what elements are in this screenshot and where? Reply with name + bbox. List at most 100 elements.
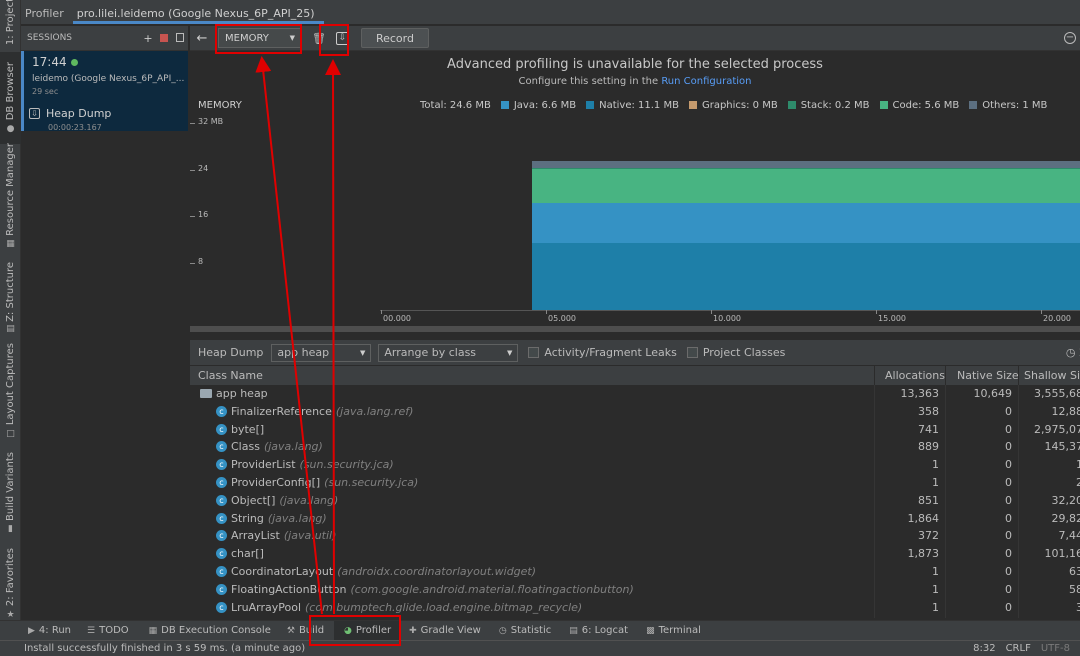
bottom-tab-terminal[interactable]: ▩ Terminal <box>646 625 711 636</box>
col-native-size[interactable]: Native Size <box>957 369 1019 382</box>
class-icon: c <box>216 423 227 435</box>
table-row[interactable]: c ProviderList (sun.security.jca) 1 0 1 <box>190 456 1080 474</box>
heap-select[interactable]: app heap ▼ <box>271 343 372 362</box>
advanced-profiling-banner: Advanced profiling is unavailable for th… <box>190 52 1080 96</box>
allocations-cell: 889 <box>918 440 939 454</box>
root-native: 10,649 <box>973 387 1013 400</box>
line-separator[interactable]: CRLF <box>1006 643 1031 654</box>
class-package: (java.lang) <box>279 493 339 507</box>
class-name: char[] <box>231 547 264 561</box>
allocations-cell: 1 <box>932 458 939 472</box>
table-row[interactable]: c CoordinatorLayout (androidx.coordinatorl… <box>190 563 1080 581</box>
class-icon: c <box>216 565 227 577</box>
tab-profiler[interactable]: Profiler <box>21 0 73 24</box>
allocations-cell: 851 <box>918 493 939 507</box>
class-package: (java.lang.ref) <box>335 404 414 418</box>
shallow-size-cell: 3 <box>1076 600 1080 614</box>
session-item[interactable]: 17:44 leidemo (Google Nexus_6P_API_... 2… <box>21 51 188 132</box>
back-arrow-icon[interactable]: ← <box>192 31 212 46</box>
root-shallow: 3,555,68 <box>1034 387 1080 400</box>
arrange-select[interactable]: Arrange by class ▼ <box>378 343 519 362</box>
session-device: leidemo (Google Nexus_6P_API_... <box>32 74 185 84</box>
class-package: (com.google.android.material.floatingact… <box>350 582 634 596</box>
bottom-tab-logcat[interactable]: ▤ 6: Logcat <box>569 625 638 636</box>
vtab-resource-manager-label: Resource Manager <box>5 143 16 236</box>
add-session-icon[interactable]: + <box>140 32 156 45</box>
bottom-tab-build[interactable]: ⚒ Build <box>287 625 334 636</box>
table-row[interactable]: c Class (java.lang) 889 0 145,37 <box>190 438 1080 456</box>
vtab-layout-captures[interactable]: Layout Captures □ <box>0 343 21 438</box>
logcat-icon: ▤ <box>569 625 578 636</box>
memory-area-plot <box>381 96 1080 310</box>
zoom-out-icon[interactable]: − <box>1064 32 1076 44</box>
stop-session-button[interactable] <box>156 32 172 45</box>
class-icon: c <box>216 405 227 417</box>
memory-band-native <box>531 242 1080 310</box>
table-row[interactable]: c FloatingActionButton (com.google.android… <box>190 581 1080 599</box>
sessions-title: SESSIONS <box>27 33 73 43</box>
build-icon: ⚒ <box>286 625 295 636</box>
tab-process[interactable]: pro.lilei.leidemo (Google Nexus_6P_API_2… <box>72 0 324 24</box>
vtab-favorites[interactable]: 2: Favorites ★ <box>0 548 21 620</box>
table-row[interactable]: c ProviderConfig[] (sun.security.jca) 1 0 … <box>190 474 1080 492</box>
run-icon: ▶ <box>28 625 35 636</box>
heap-select-value: app heap <box>277 346 330 359</box>
vtab-build-variants[interactable]: Build Variants ▮ <box>0 452 21 534</box>
table-row[interactable]: c String (java.lang) 1,864 0 29,82 <box>190 510 1080 528</box>
bottom-tab-profiler[interactable]: ◕ Profiler <box>334 620 402 641</box>
bottom-tab-build-label: Build <box>298 625 325 636</box>
class-name: ProviderList <box>231 458 296 472</box>
col-shallow-size[interactable]: Shallow Size <box>1024 369 1080 382</box>
y-tick-16: 16 <box>189 210 209 219</box>
bottom-tool-bar: ▶ 4: Run ☰ TODO ▦ DB Execution Console ⚒ Bui… <box>0 620 1080 641</box>
todo-icon: ☰ <box>87 625 96 636</box>
shallow-size-cell: 7,44 <box>1058 529 1080 543</box>
leaks-checkbox[interactable]: Activity/Fragment Leaks <box>528 346 677 359</box>
bottom-tab-todo[interactable]: ☰ TODO <box>87 625 139 636</box>
y-tick-32: 32 MB <box>189 117 224 126</box>
vtab-structure[interactable]: Z: Structure ▤ <box>0 262 21 335</box>
allocations-cell: 1,873 <box>907 547 940 561</box>
bottom-tab-db-console[interactable]: ▦ DB Execution Console <box>149 625 281 636</box>
leaks-checkbox-label: Activity/Fragment Leaks <box>544 346 677 359</box>
bottom-tab-gradle-view[interactable]: ✚ Gradle View <box>409 625 491 636</box>
folder-icon <box>200 389 212 398</box>
timeline-scrollbar[interactable] <box>190 326 1080 332</box>
table-row[interactable]: c ArrayList (java.util) 372 0 7,44 <box>190 527 1080 545</box>
column-divider <box>874 366 875 385</box>
table-row[interactable]: c char[] 1,873 0 101,16 <box>190 545 1080 563</box>
shallow-size-cell: 58 <box>1069 582 1080 596</box>
col-class-name[interactable]: Class Name <box>198 369 263 382</box>
bottom-tab-statistic[interactable]: ◷ Statistic <box>499 625 561 636</box>
heap-dump-artifact[interactable]: ⇩ Heap Dump 00:00:23.167 <box>29 107 184 132</box>
file-encoding[interactable]: UTF-8 <box>1041 643 1070 654</box>
profiler-dropdown[interactable]: MEMORY ▼ <box>218 28 302 48</box>
bottom-tab-run-label: 4: Run <box>38 625 72 636</box>
col-allocations[interactable]: Allocations <box>885 369 945 382</box>
collapse-panel-button[interactable] <box>172 32 188 45</box>
vtab-db-browser[interactable]: DB Browser ● <box>0 52 21 144</box>
table-row[interactable]: c Object[] (java.lang) 851 0 32,20 <box>190 492 1080 510</box>
caret-position[interactable]: 8:32 <box>973 643 995 654</box>
vtab-resource-manager[interactable]: Resource Manager ▦ <box>0 143 21 249</box>
panel-icon <box>176 32 184 42</box>
bottom-tab-run[interactable]: ▶ 4: Run <box>28 625 81 636</box>
dump-java-heap-icon[interactable]: ⇩ <box>335 31 349 45</box>
table-row[interactable]: c byte[] 741 0 2,975,07 <box>190 421 1080 439</box>
native-size-cell: 0 <box>1005 404 1012 418</box>
table-row[interactable]: c LruArrayPool (com.bumptech.glide.load.en… <box>190 599 1080 617</box>
root-name: app heap <box>216 387 268 400</box>
run-configuration-link[interactable]: Run Configuration <box>661 76 751 87</box>
resource-icon: ▦ <box>6 238 15 249</box>
class-package: (com.bumptech.glide.load.engine.bitmap_r… <box>305 600 583 614</box>
table-row-root[interactable]: app heap 13,363 10,649 3,555,68 <box>190 385 1080 403</box>
record-button[interactable]: Record <box>360 28 429 48</box>
table-row[interactable]: c FinalizerReference (java.lang.ref) 358 0… <box>190 403 1080 421</box>
force-gc-trash-icon[interactable]: 🗑 <box>312 32 326 45</box>
vtab-project[interactable]: 1: Project <box>0 0 21 46</box>
project-classes-checkbox[interactable]: Project Classes <box>686 346 785 359</box>
root-allocations: 13,363 <box>900 387 940 400</box>
class-name: FinalizerReference <box>231 404 332 418</box>
session-time: 17:44 <box>32 55 67 69</box>
shallow-size-cell: 2,975,07 <box>1034 422 1080 436</box>
